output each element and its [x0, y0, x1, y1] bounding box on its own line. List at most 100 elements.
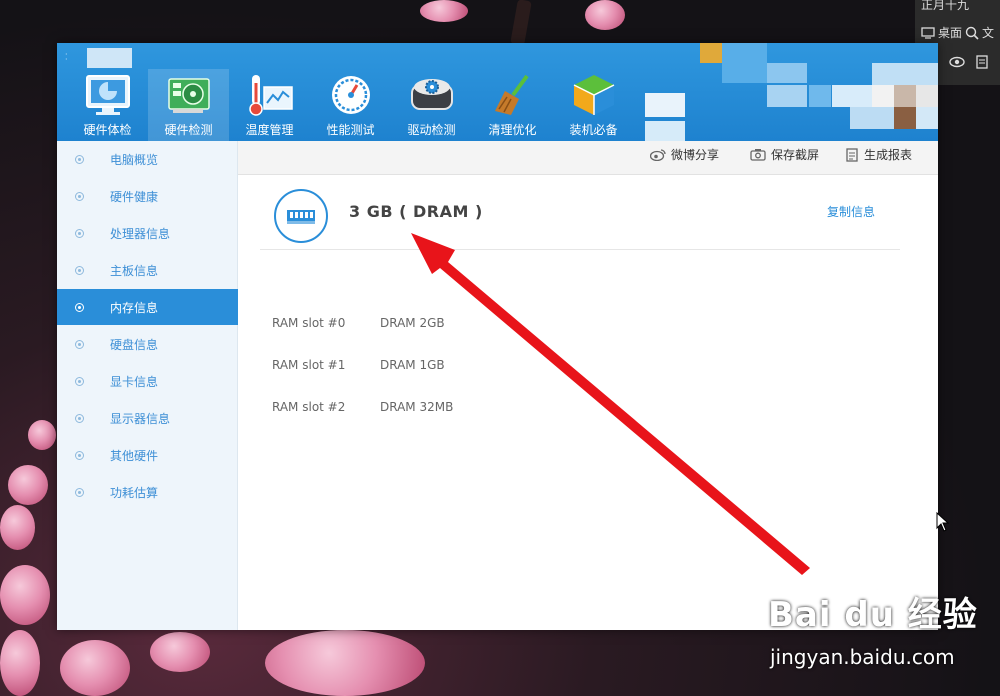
- blossom: [585, 0, 625, 30]
- sidebar-item-disk[interactable]: 硬盘信息: [57, 326, 238, 362]
- menu-dots-icon[interactable]: · ·: [65, 51, 68, 64]
- nav-label: 驱动检测: [407, 123, 456, 137]
- edit-icon[interactable]: [976, 55, 988, 69]
- watermark-brand: Bai du 经验: [768, 595, 978, 635]
- bullet-icon: [75, 450, 84, 460]
- watermark-url: jingyan.baidu.com: [770, 645, 955, 669]
- sidebar-item-power[interactable]: 功耗估算: [57, 474, 238, 510]
- sidebar-item-label: 硬件健康: [110, 189, 159, 204]
- ram-slot-name: RAM slot #2: [272, 400, 346, 414]
- nav-temperature[interactable]: 温度管理: [229, 69, 310, 141]
- sidebar-item-label: 主板信息: [110, 263, 159, 278]
- content-toolbar: 微博分享 保存截屏 生成报表: [238, 141, 938, 175]
- sidebar-item-motherboard[interactable]: 主板信息: [57, 252, 238, 288]
- blossom: [28, 420, 56, 450]
- mouse-cursor-icon: [936, 512, 950, 532]
- nav-label: 硬件检测: [164, 123, 213, 137]
- ram-chip-icon: [287, 210, 315, 224]
- weibo-share-button[interactable]: 微博分享: [650, 141, 719, 168]
- blossom: [8, 465, 48, 505]
- memory-summary-title: 3 GB ( DRAM ): [349, 202, 483, 221]
- ram-slot-value: DRAM 2GB: [380, 316, 445, 330]
- pixelated-title: [87, 48, 132, 68]
- blossom: [60, 640, 130, 696]
- sidebar-item-cpu[interactable]: 处理器信息: [57, 215, 238, 251]
- app-window: · · 硬件体检 硬件检测 温度管理 性能测试 驱动检测 清理优化 装机必备 电…: [57, 43, 938, 630]
- nav-label: 硬件体检: [83, 123, 132, 137]
- desktop-date: 正月十九: [921, 0, 970, 12]
- ram-slot-name: RAM slot #1: [272, 358, 346, 372]
- main-nav: 硬件体检 硬件检测 温度管理 性能测试 驱动检测 清理优化 装机必备: [67, 69, 634, 141]
- pixelated-block: [722, 43, 767, 83]
- bullet-icon: [75, 302, 84, 312]
- desktop-label[interactable]: 桌面: [938, 24, 962, 41]
- sidebar-item-memory[interactable]: 内存信息: [57, 289, 238, 325]
- sidebar-item-label: 电脑概览: [110, 152, 159, 167]
- sidebar-item-label: 显示器信息: [110, 411, 171, 426]
- sidebar-item-label: 显卡信息: [110, 374, 159, 389]
- save-screenshot-button[interactable]: 保存截屏: [750, 141, 819, 168]
- pixelated-block: [872, 85, 894, 107]
- sidebar: 电脑概览 硬件健康 处理器信息 主板信息 内存信息 硬盘信息 显卡信息 显示器信…: [57, 141, 238, 630]
- file-label[interactable]: 文: [982, 24, 994, 41]
- blossom: [0, 565, 50, 625]
- sidebar-item-other[interactable]: 其他硬件: [57, 437, 238, 473]
- bullet-icon: [75, 487, 84, 497]
- broom-icon: [495, 74, 529, 115]
- pixelated-block: [894, 107, 916, 129]
- eye-icon[interactable]: [949, 56, 965, 68]
- nav-hardware-checkup[interactable]: 硬件体检: [67, 69, 148, 141]
- nav-label: 性能测试: [326, 123, 375, 137]
- pixelated-block: [872, 63, 938, 85]
- generate-report-button[interactable]: 生成报表: [845, 141, 912, 168]
- bullet-icon: [75, 413, 84, 423]
- blossom: [0, 505, 35, 550]
- nav-label: 温度管理: [245, 123, 294, 137]
- ram-slot-row: RAM slot #1 DRAM 1GB: [272, 358, 445, 372]
- nav-driver[interactable]: 驱动检测: [391, 69, 472, 141]
- pixelated-block: [916, 85, 938, 107]
- nav-essentials[interactable]: 装机必备: [553, 69, 634, 141]
- baidu-watermark: Bai du 经验 jingyan.baidu.com: [768, 587, 978, 669]
- sidebar-item-label: 硬盘信息: [110, 337, 159, 352]
- blossom: [150, 632, 210, 672]
- pixelated-block: [850, 107, 894, 129]
- sidebar-item-gpu[interactable]: 显卡信息: [57, 363, 238, 399]
- search-icon[interactable]: [965, 26, 979, 40]
- camera-icon: [750, 149, 766, 161]
- generate-report-label: 生成报表: [864, 148, 913, 162]
- nav-label: 清理优化: [488, 123, 537, 137]
- desktop-shortcuts: 桌面 文: [921, 24, 994, 41]
- bullet-icon: [75, 265, 84, 275]
- sidebar-item-health[interactable]: 硬件健康: [57, 178, 238, 214]
- sidebar-item-label: 其他硬件: [110, 448, 159, 463]
- sidebar-item-overview[interactable]: 电脑概览: [57, 141, 238, 177]
- hardware-card-icon: [168, 78, 210, 113]
- report-icon: [846, 147, 858, 162]
- cube-icon: [573, 75, 615, 115]
- pixelated-block: [894, 85, 916, 107]
- copy-info-link[interactable]: 复制信息: [827, 203, 875, 220]
- desktop-icon: [921, 26, 935, 39]
- bullet-icon: [75, 191, 84, 201]
- nav-label: 装机必备: [569, 123, 618, 137]
- pixelated-block: [645, 121, 685, 141]
- nav-hardware-detect[interactable]: 硬件检测: [148, 69, 229, 141]
- ram-slot-value: DRAM 1GB: [380, 358, 445, 372]
- branch: [510, 0, 532, 46]
- monitor-icon: [86, 75, 130, 115]
- sidebar-item-display[interactable]: 显示器信息: [57, 400, 238, 436]
- ram-slot-name: RAM slot #0: [272, 316, 346, 330]
- pixelated-block: [767, 63, 807, 83]
- nav-cleanup[interactable]: 清理优化: [472, 69, 553, 141]
- bullet-icon: [75, 154, 84, 164]
- blossom: [420, 0, 468, 22]
- driver-gear-icon: [411, 79, 453, 110]
- sidebar-item-label: 处理器信息: [110, 226, 171, 241]
- nav-performance[interactable]: 性能测试: [310, 69, 391, 141]
- pixelated-block: [916, 107, 938, 129]
- memory-icon-badge: [274, 189, 328, 243]
- ram-slot-row: RAM slot #2 DRAM 32MB: [272, 400, 453, 414]
- thermometer-icon: [249, 75, 293, 116]
- save-screenshot-label: 保存截屏: [771, 148, 820, 162]
